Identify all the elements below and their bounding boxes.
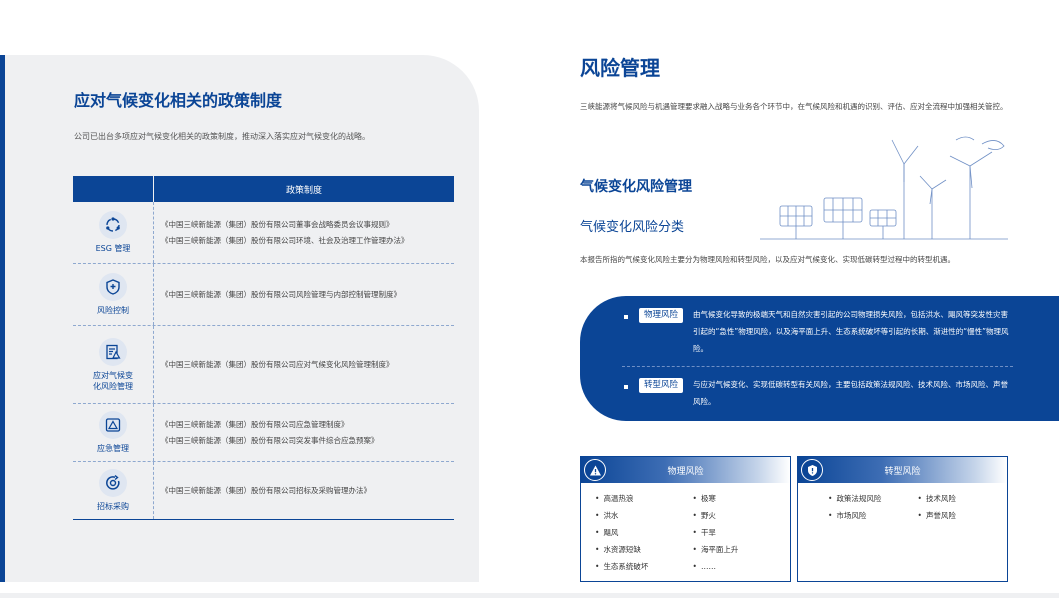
category-label: ESG 管理 xyxy=(95,244,131,253)
list-item: 技术风险 xyxy=(918,491,1008,506)
risk-management-title: 风险管理 xyxy=(580,56,660,80)
list-item: 生态系统破坏 xyxy=(595,559,693,574)
table-row-category: 应急管理 xyxy=(73,404,154,461)
shield-icon xyxy=(99,273,127,301)
card-title: 物理风险 xyxy=(667,466,704,477)
transition-risk-card-header: 转型风险 xyxy=(798,457,1007,483)
policy-table-header-blank xyxy=(73,176,154,202)
physical-risk-definition: 物理风险 由气候变化导致的极端天气和自然灾害引起的公司物理损失风险，包括洪水、飓… xyxy=(624,308,1013,357)
risk-description: 与应对气候变化、实现低碳转型有关风险，主要包括政策法规风险、技术风险、市场风险、… xyxy=(693,380,1009,406)
policy-item: 《中国三峡新能源（集团）股份有限公司突发事件综合应急预案》 xyxy=(161,435,379,445)
transition-risk-list: 政策法规风险 技术风险 市场风险 声誉风险 xyxy=(798,483,1007,523)
table-row-items: 《中国三峡新能源（集团）股份有限公司应对气候变化风险管理制度》 xyxy=(154,326,454,403)
climate-risk-classification-heading: 气候变化风险分类 xyxy=(580,220,685,235)
card-title: 转型风险 xyxy=(884,466,921,477)
wind-solar-illustration xyxy=(760,136,1008,240)
list-item: 极寒 xyxy=(693,491,791,506)
page-bottom-rule xyxy=(0,593,1059,598)
list-item: 干旱 xyxy=(693,525,791,540)
table-row-items: 《中国三峡新能源（集团）股份有限公司应急管理制度》 《中国三峡新能源（集团）股份… xyxy=(154,404,454,461)
table-row: 应急管理 《中国三峡新能源（集团）股份有限公司应急管理制度》 《中国三峡新能源（… xyxy=(73,404,454,462)
climate-document-icon xyxy=(99,337,127,366)
physical-risk-card-header: 物理风险 xyxy=(581,457,790,483)
policy-item: 《中国三峡新能源（集团）股份有限公司董事会战略委员会议事规则》 xyxy=(161,219,394,229)
policy-item: 《中国三峡新能源（集团）股份有限公司应急管理制度》 xyxy=(161,419,349,429)
table-row-items: 《中国三峡新能源（集团）股份有限公司风险管理与内部控制管理制度》 xyxy=(154,264,454,325)
table-row: 招标采购 《中国三峡新能源（集团）股份有限公司招标及采购管理办法》 xyxy=(73,462,454,520)
table-row-category: 风险控制 xyxy=(73,264,154,325)
category-label: 风险控制 xyxy=(97,306,129,315)
table-row-category: 招标采购 xyxy=(73,462,154,519)
policy-table-header: 政策制度 xyxy=(73,176,454,202)
risk-definition-band: 物理风险 由气候变化导致的极端天气和自然灾害引起的公司物理损失风险，包括洪水、飓… xyxy=(580,296,1059,421)
risk-management-intro: 三峡能源将气候风险与机遇管理要求融入战略与业务各个环节中，在气候风险和机遇的识别… xyxy=(580,102,1008,111)
bullet-icon xyxy=(624,385,628,389)
climate-risk-management-heading: 气候变化风险管理 xyxy=(580,179,692,195)
list-item: …… xyxy=(693,559,791,574)
list-item: 声誉风险 xyxy=(918,508,1008,523)
list-item: 市场风险 xyxy=(828,508,918,523)
transition-risk-definition: 转型风险 与应对气候变化、实现低碳转型有关风险，主要包括政策法规风险、技术风险、… xyxy=(624,378,1013,410)
risk-tag: 物理风险 xyxy=(639,308,684,323)
policy-item: 《中国三峡新能源（集团）股份有限公司风险管理与内部控制管理制度》 xyxy=(161,289,401,299)
category-label: 应急管理 xyxy=(97,444,129,453)
list-item: 洪水 xyxy=(595,508,693,523)
list-item: 野火 xyxy=(693,508,791,523)
risk-classification-text: 本报告所指的气候变化风险主要分为物理风险和转型风险，以及应对气候变化、实现低碳转… xyxy=(580,255,955,264)
table-row-category: ESG 管理 xyxy=(73,202,154,263)
risk-tag: 转型风险 xyxy=(639,378,684,393)
list-item: 高温热浪 xyxy=(595,491,693,506)
left-panel: 应对气候变化相关的政策制度 公司已出台多项应对气候变化相关的政策制度，推动深入落… xyxy=(0,55,479,582)
list-item: 飓风 xyxy=(595,525,693,540)
policy-table: 政策制度 ESG 管理 《中国三峡新能源（集团）股份有限公司董事会战略委员会议事… xyxy=(73,176,454,520)
bullet-icon xyxy=(624,315,628,319)
category-label: 应对气候变化风险管理 xyxy=(93,370,133,391)
physical-risk-card: 物理风险 高温热浪 极寒 洪水 野火 飓风 干旱 水资源短缺 海平面上升 生态系… xyxy=(580,456,791,582)
risk-description: 由气候变化导致的极端天气和自然灾害引起的公司物理损失风险，包括洪水、飓风等突发性… xyxy=(693,310,1009,353)
warning-triangle-icon xyxy=(99,411,127,439)
policy-section-intro: 公司已出台多项应对气候变化相关的政策制度，推动深入落实应对气候变化的战略。 xyxy=(74,132,370,141)
table-row-category: 应对气候变化风险管理 xyxy=(73,326,154,403)
table-row: ESG 管理 《中国三峡新能源（集团）股份有限公司董事会战略委员会议事规则》 《… xyxy=(73,202,454,264)
physical-risk-list: 高温热浪 极寒 洪水 野火 飓风 干旱 水资源短缺 海平面上升 生态系统破坏 …… xyxy=(581,483,790,574)
table-row-items: 《中国三峡新能源（集团）股份有限公司招标及采购管理办法》 xyxy=(154,462,454,519)
table-row-items: 《中国三峡新能源（集团）股份有限公司董事会战略委员会议事规则》 《中国三峡新能源… xyxy=(154,202,454,263)
category-label: 招标采购 xyxy=(97,502,129,511)
policy-item: 《中国三峡新能源（集团）股份有限公司招标及采购管理办法》 xyxy=(161,485,371,495)
table-row: 风险控制 《中国三峡新能源（集团）股份有限公司风险管理与内部控制管理制度》 xyxy=(73,264,454,326)
target-refresh-icon xyxy=(99,469,127,497)
list-item: 海平面上升 xyxy=(693,542,791,557)
list-item: 政策法规风险 xyxy=(828,491,918,506)
policy-item: 《中国三峡新能源（集团）股份有限公司应对气候变化风险管理制度》 xyxy=(161,359,394,369)
list-item: 水资源短缺 xyxy=(595,542,693,557)
esg-cycle-icon xyxy=(99,211,127,239)
policy-section-title: 应对气候变化相关的政策制度 xyxy=(74,91,283,110)
divider xyxy=(622,366,1013,367)
table-row: 应对气候变化风险管理 《中国三峡新能源（集团）股份有限公司应对气候变化风险管理制… xyxy=(73,326,454,404)
alert-triangle-icon xyxy=(584,459,606,481)
policy-table-header-label: 政策制度 xyxy=(154,176,454,202)
policy-item: 《中国三峡新能源（集团）股份有限公司环境、社会及治理工作管理办法》 xyxy=(161,235,409,245)
transition-risk-card: 转型风险 政策法规风险 技术风险 市场风险 声誉风险 xyxy=(797,456,1008,582)
shield-alert-icon xyxy=(801,459,823,481)
